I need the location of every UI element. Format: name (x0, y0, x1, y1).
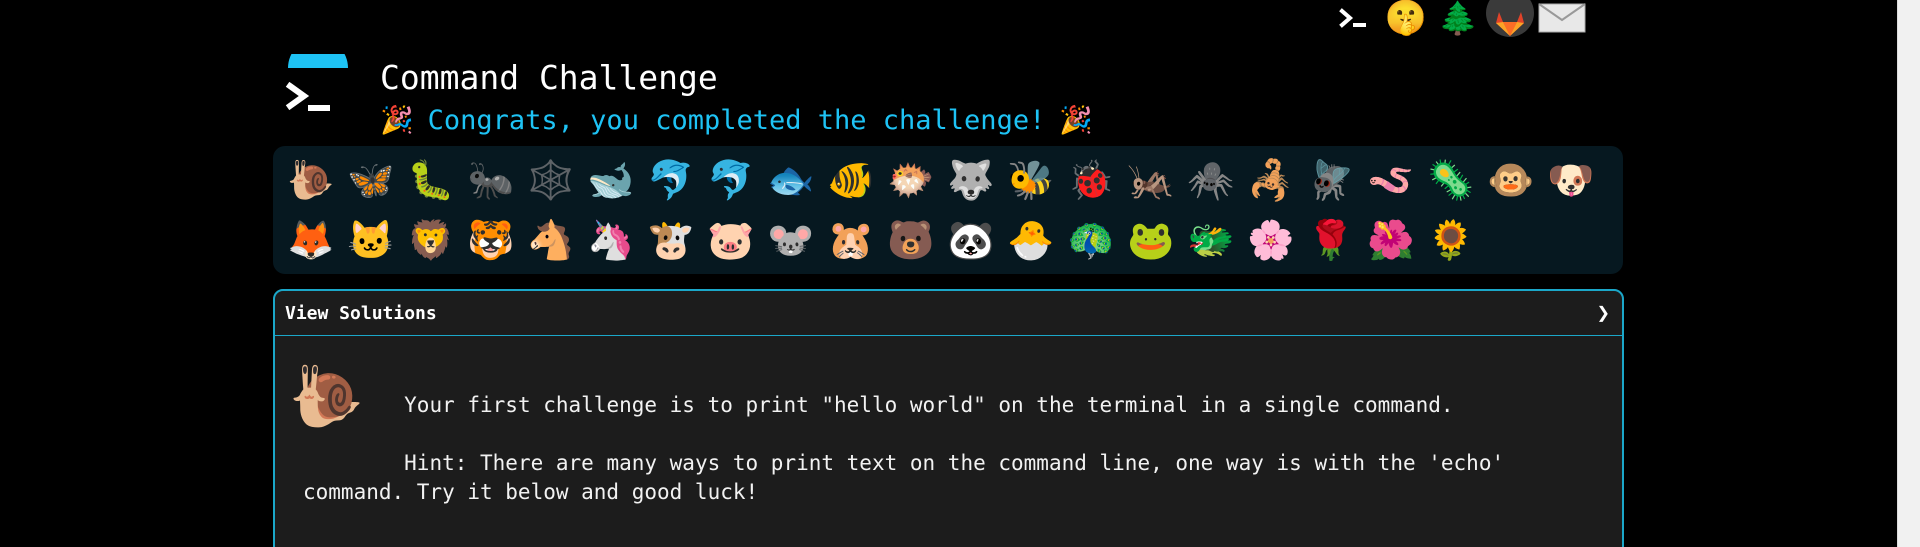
challenge-animal-icon[interactable]: 🐮 (641, 210, 701, 270)
challenge-animal-icon[interactable]: 🪱 (1361, 150, 1421, 210)
tree-icon[interactable]: 🌲 (1432, 0, 1484, 37)
challenge-animal-icon[interactable]: 🐟 (761, 150, 821, 210)
challenge-animal-icon[interactable]: 🌸 (1241, 210, 1301, 270)
view-solutions-toggle[interactable]: View Solutions ❯ (275, 291, 1622, 336)
challenge-animal-icon[interactable]: 🦄 (581, 210, 641, 270)
challenge-description: Your first challenge is to print "hello … (303, 393, 1505, 504)
challenge-animal-icon[interactable]: 🐝 (1001, 150, 1061, 210)
challenge-animal-icon[interactable]: 🦋 (341, 150, 401, 210)
challenge-animal-icon[interactable]: 🐛 (401, 150, 461, 210)
scrollbar[interactable] (1897, 0, 1920, 547)
challenge-animal-icon[interactable]: 🐶 (1541, 150, 1601, 210)
challenge-animal-icon[interactable]: 🦁 (401, 210, 461, 270)
challenge-animal-icon[interactable]: 🐺 (941, 150, 1001, 210)
challenge-animal-icon[interactable]: 🐸 (1121, 210, 1181, 270)
challenge-animal-icon[interactable]: 🌺 (1361, 210, 1421, 270)
solutions-panel: View Solutions ❯ 🐌 Your first challenge … (273, 289, 1624, 547)
party-popper-icon: 🎉 (1059, 105, 1093, 136)
challenge-animal-icon[interactable]: 🐭 (761, 210, 821, 270)
challenge-animal-icon[interactable]: 🐹 (821, 210, 881, 270)
challenge-animal-icon[interactable]: 🦂 (1241, 150, 1301, 210)
challenge-animal-icon[interactable]: 🦠 (1421, 150, 1481, 210)
challenge-animal-icon[interactable]: 🐌 (281, 150, 341, 210)
challenge-animal-icon[interactable]: 🪰 (1301, 150, 1361, 210)
challenge-animal-icon[interactable]: 🦚 (1061, 210, 1121, 270)
challenge-animal-icon[interactable]: 🐴 (521, 210, 581, 270)
gitlab-icon[interactable] (1484, 0, 1536, 37)
terminal-icon[interactable] (1328, 0, 1380, 36)
page-title: Command Challenge (380, 58, 718, 97)
challenge-animal-icon[interactable]: 🐱 (341, 210, 401, 270)
challenge-animal-icon[interactable]: 🐲 (1181, 210, 1241, 270)
page: 🤫 🌲 Command Challenge 🎉 Congrats, you co… (0, 0, 1920, 547)
challenge-animal-icon[interactable]: 🦗 (1121, 150, 1181, 210)
challenge-animal-icon[interactable]: 🦊 (281, 210, 341, 270)
challenge-animal-icon[interactable]: 🐡 (881, 150, 941, 210)
challenge-animal-icon[interactable]: 🐻 (881, 210, 941, 270)
challenge-animal-icon[interactable]: 🐋 (581, 150, 641, 210)
view-solutions-label: View Solutions (285, 302, 437, 324)
challenge-icon-grid: 🐌 🦋 🐛 🐜 🕸️ 🐋 🐬 🐬 🐟 🐠 🐡 🐺 🐝 🐞 🦗 🕷️ 🦂 🪰 🪱 🦠 🐵 🐶 🦊 🐱 🦁 🐯 🐴 🦄 🐮 🐷 🐭 🐹 🐻 🐼 🐣 🦚 🐸 🐲… (281, 150, 1621, 270)
party-popper-icon: 🎉 (380, 105, 414, 136)
challenge-animal-icon[interactable]: 🐞 (1061, 150, 1121, 210)
challenge-animal-icon[interactable]: 🐷 (701, 210, 761, 270)
challenge-animal-icon[interactable]: 🐬 (641, 150, 701, 210)
top-nav-icons: 🤫 🌲 (1328, 0, 1588, 38)
shush-face-icon[interactable]: 🤫 (1380, 0, 1432, 38)
challenge-animal-icon[interactable]: 🐵 (1481, 150, 1541, 210)
challenge-animal-icon[interactable]: 🐜 (461, 150, 521, 210)
challenge-animal-icon[interactable]: 🕷️ (1181, 150, 1241, 210)
challenge-animal-icon[interactable]: 🐣 (1001, 210, 1061, 270)
chevron-right-icon: ❯ (1596, 300, 1610, 326)
challenge-animal-icon[interactable]: 🌹 (1301, 210, 1361, 270)
challenge-progress-strip: 🐌 🦋 🐛 🐜 🕸️ 🐋 🐬 🐬 🐟 🐠 🐡 🐺 🐝 🐞 🦗 🕷️ 🦂 🪰 🪱 🦠 🐵 🐶 🦊 🐱 🦁 🐯 🐴 🦄 🐮 🐷 🐭 🐹 🐻 🐼 🐣 🦚 🐸 🐲… (273, 146, 1623, 274)
command-challenge-logo (284, 38, 350, 120)
challenge-animal-icon[interactable]: 🐼 (941, 210, 1001, 270)
challenge-animal-icon[interactable]: 🐬 (701, 150, 761, 210)
completion-text: Congrats, you completed the challenge! (427, 104, 1046, 136)
challenge-animal-icon[interactable]: 🐯 (461, 210, 521, 270)
challenge-animal-icon[interactable]: 🕸️ (521, 150, 581, 210)
challenge-animal-icon[interactable]: 🐠 (821, 150, 881, 210)
challenge-animal-icon[interactable]: 🌻 (1421, 210, 1481, 270)
mail-icon[interactable] (1536, 0, 1588, 36)
completion-message: 🎉 Congrats, you completed the challenge!… (380, 104, 1093, 137)
